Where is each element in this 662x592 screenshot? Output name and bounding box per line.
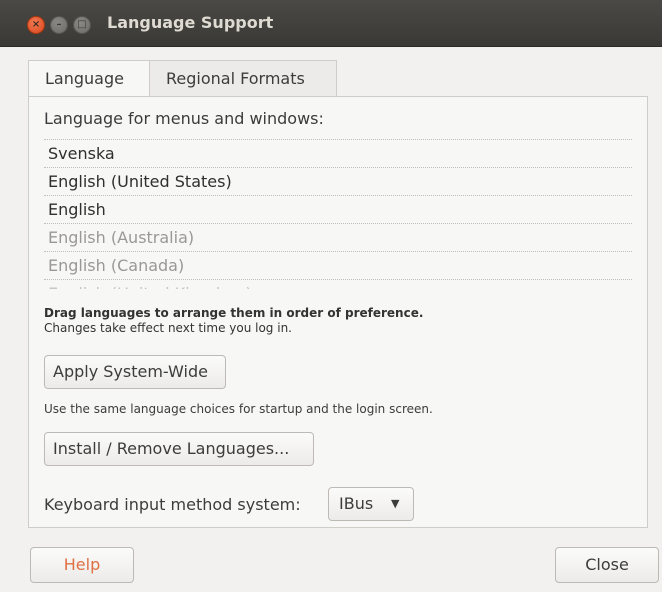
- window-minimize-button[interactable]: –: [50, 16, 68, 34]
- language-list-label: Language for menus and windows:: [44, 109, 324, 128]
- tab-regional-formats[interactable]: Regional Formats: [149, 60, 337, 96]
- list-item[interactable]: Svenska: [44, 139, 632, 167]
- tab-bar: Language Regional Formats: [28, 60, 648, 98]
- help-button[interactable]: Help: [30, 547, 134, 583]
- window-title: Language Support: [107, 13, 274, 32]
- minimize-icon: –: [56, 19, 62, 30]
- apply-description: Use the same language choices for startu…: [44, 402, 433, 416]
- list-item[interactable]: English (Canada): [44, 251, 632, 279]
- apply-system-wide-button[interactable]: Apply System-Wide: [44, 355, 226, 389]
- tab-language[interactable]: Language: [28, 60, 150, 98]
- keyboard-input-method-select[interactable]: IBus ▼: [328, 487, 414, 521]
- language-support-window: × – □ Language Support Language Regional…: [0, 0, 662, 592]
- drag-hint: Drag languages to arrange them in order …: [44, 306, 423, 336]
- keyboard-input-method-value: IBus: [339, 494, 374, 513]
- list-item[interactable]: English (United Kingdom): [44, 279, 632, 289]
- close-button[interactable]: Close: [555, 547, 659, 583]
- drag-hint-subtitle: Changes take effect next time you log in…: [44, 321, 292, 335]
- language-tab-panel: Language for menus and windows: Svenska …: [28, 96, 648, 528]
- keyboard-input-method-label: Keyboard input method system:: [44, 495, 301, 514]
- drag-hint-title: Drag languages to arrange them in order …: [44, 306, 424, 320]
- list-item[interactable]: English (United States): [44, 167, 632, 195]
- install-remove-languages-button[interactable]: Install / Remove Languages...: [44, 432, 314, 466]
- maximize-icon: □: [77, 19, 87, 30]
- window-maximize-button[interactable]: □: [73, 16, 91, 34]
- title-bar[interactable]: × – □ Language Support: [0, 0, 662, 47]
- list-item[interactable]: English (Australia): [44, 223, 632, 251]
- window-close-button[interactable]: ×: [27, 16, 45, 34]
- list-item[interactable]: English: [44, 195, 632, 223]
- language-list[interactable]: Svenska English (United States) English …: [44, 139, 632, 289]
- close-icon: ×: [31, 19, 41, 30]
- chevron-down-icon: ▼: [391, 497, 400, 510]
